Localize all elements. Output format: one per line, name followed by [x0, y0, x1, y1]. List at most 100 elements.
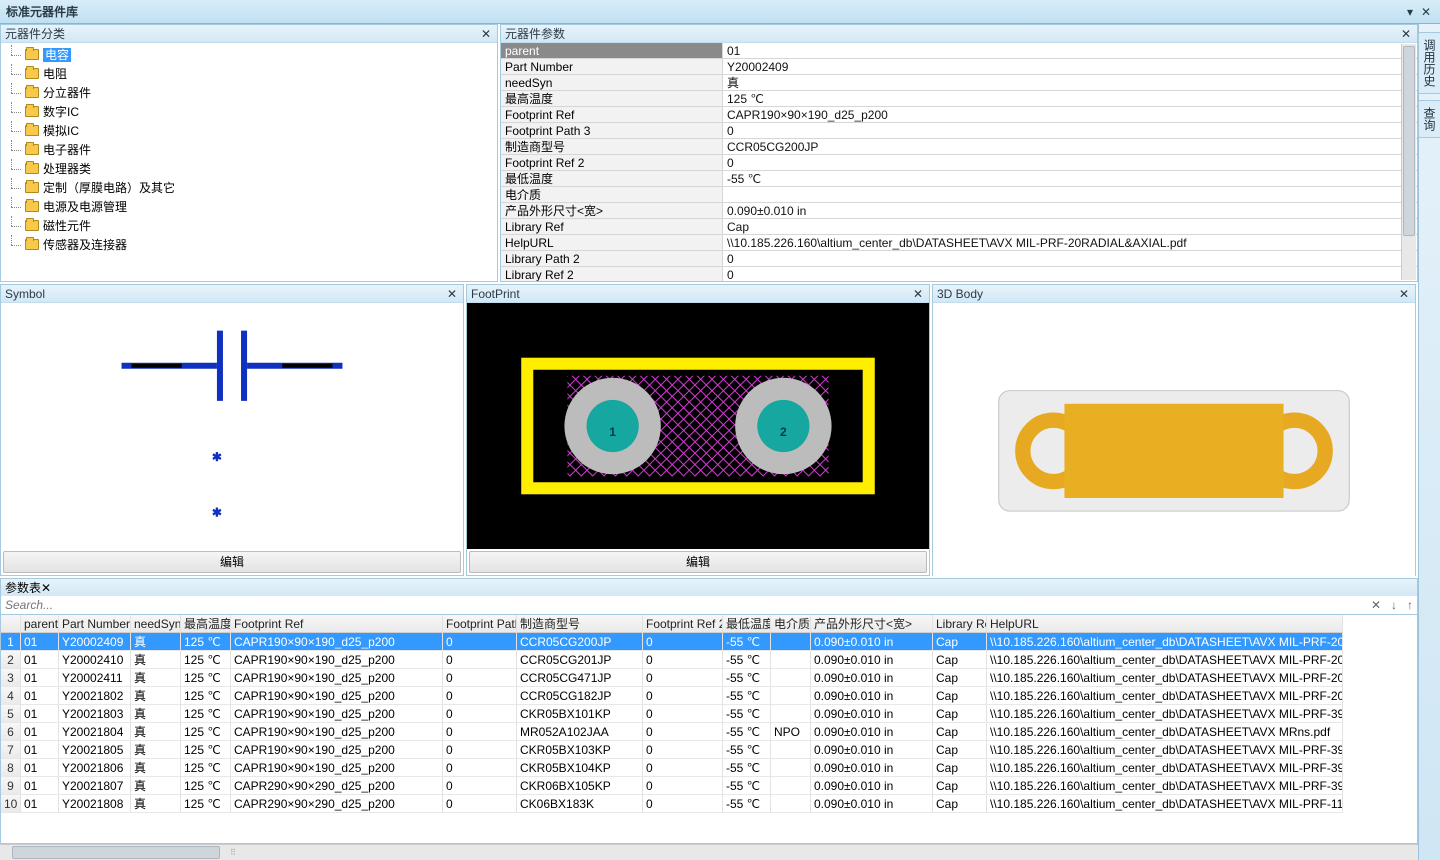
tab-history[interactable]: 调用历史 — [1418, 32, 1440, 94]
column-header[interactable]: needSyn — [131, 615, 181, 633]
tree-item[interactable]: 处理器类 — [11, 159, 495, 178]
table-cell[interactable]: 真 — [131, 705, 181, 723]
footprint-edit-button[interactable]: 编辑 — [469, 551, 927, 573]
table-cell[interactable]: \\10.185.226.160\altium_center_db\DATASH… — [987, 651, 1343, 669]
table-cell[interactable]: 0 — [643, 741, 723, 759]
table-cell[interactable]: 01 — [21, 723, 59, 741]
table-cell[interactable]: 0 — [443, 795, 517, 813]
table-cell[interactable]: 真 — [131, 741, 181, 759]
row-number[interactable]: 9 — [1, 777, 21, 795]
table-cell[interactable]: 125 ℃ — [181, 633, 231, 651]
table-cell[interactable]: 01 — [21, 687, 59, 705]
scrollbar-horizontal[interactable]: ⠿ — [0, 844, 1418, 860]
table-cell[interactable]: Y20021806 — [59, 759, 131, 777]
table-cell[interactable]: Cap — [933, 777, 987, 795]
table-cell[interactable]: 0.090±0.010 in — [811, 759, 933, 777]
row-number[interactable]: 6 — [1, 723, 21, 741]
tree-item[interactable]: 模拟IC — [11, 121, 495, 140]
column-header[interactable] — [1, 615, 21, 633]
table-cell[interactable]: 0 — [643, 705, 723, 723]
table-cell[interactable]: CAPR190×90×190_d25_p200 — [231, 669, 443, 687]
table-cell[interactable]: 0 — [643, 795, 723, 813]
row-number[interactable]: 7 — [1, 741, 21, 759]
table-cell[interactable]: 01 — [21, 669, 59, 687]
table-cell[interactable]: 0.090±0.010 in — [811, 687, 933, 705]
column-header[interactable]: Footprint Path 3 — [443, 615, 517, 633]
table-cell[interactable] — [771, 795, 811, 813]
table-cell[interactable]: CAPR290×90×290_d25_p200 — [231, 795, 443, 813]
table-cell[interactable]: -55 ℃ — [723, 759, 771, 777]
table-cell[interactable]: 0 — [443, 759, 517, 777]
table-cell[interactable]: 0 — [443, 651, 517, 669]
table-cell[interactable]: 01 — [21, 741, 59, 759]
property-row[interactable]: 电介质 — [501, 187, 1417, 203]
table-cell[interactable]: Cap — [933, 651, 987, 669]
table-cell[interactable]: CCR05CG182JP — [517, 687, 643, 705]
table-cell[interactable]: -55 ℃ — [723, 687, 771, 705]
table-cell[interactable]: Y20021804 — [59, 723, 131, 741]
table-cell[interactable]: 真 — [131, 651, 181, 669]
table-cell[interactable]: \\10.185.226.160\altium_center_db\DATASH… — [987, 795, 1343, 813]
table-cell[interactable]: -55 ℃ — [723, 777, 771, 795]
table-cell[interactable]: -55 ℃ — [723, 705, 771, 723]
table-cell[interactable] — [771, 741, 811, 759]
table-cell[interactable]: 真 — [131, 777, 181, 795]
table-cell[interactable]: 0.090±0.010 in — [811, 705, 933, 723]
table-cell[interactable]: CKR05BX104KP — [517, 759, 643, 777]
table-cell[interactable]: 0 — [643, 777, 723, 795]
table-cell[interactable]: 01 — [21, 651, 59, 669]
table-cell[interactable] — [771, 687, 811, 705]
table-cell[interactable]: CCR05CG201JP — [517, 651, 643, 669]
table-cell[interactable]: \\10.185.226.160\altium_center_db\DATASH… — [987, 777, 1343, 795]
property-row[interactable]: Part NumberY20002409 — [501, 59, 1417, 75]
column-header[interactable]: Part Number — [59, 615, 131, 633]
tree-item[interactable]: 分立器件 — [11, 83, 495, 102]
property-row[interactable]: parent01 — [501, 43, 1417, 59]
table-cell[interactable]: -55 ℃ — [723, 741, 771, 759]
table-cell[interactable]: 01 — [21, 705, 59, 723]
table-cell[interactable]: Y20002410 — [59, 651, 131, 669]
property-row[interactable]: Library RefCap — [501, 219, 1417, 235]
table-cell[interactable]: 125 ℃ — [181, 795, 231, 813]
table-cell[interactable]: \\10.185.226.160\altium_center_db\DATASH… — [987, 723, 1343, 741]
table-cell[interactable]: 125 ℃ — [181, 723, 231, 741]
tree-item[interactable]: 数字IC — [11, 102, 495, 121]
minimize-icon[interactable]: ▾ — [1402, 0, 1418, 24]
table-cell[interactable]: -55 ℃ — [723, 651, 771, 669]
property-row[interactable]: Footprint Ref 20 — [501, 155, 1417, 171]
table-cell[interactable]: 0 — [443, 741, 517, 759]
table-cell[interactable]: 125 ℃ — [181, 705, 231, 723]
table-cell[interactable]: 125 ℃ — [181, 777, 231, 795]
column-header[interactable]: 产品外形尺寸<宽> — [811, 615, 933, 633]
property-row[interactable]: needSyn真 — [501, 75, 1417, 91]
table-cell[interactable]: CAPR290×90×290_d25_p200 — [231, 777, 443, 795]
panel-close-icon[interactable]: ✕ — [1399, 25, 1413, 43]
tree-item[interactable]: 电容 — [11, 45, 495, 64]
panel-close-icon[interactable]: ✕ — [41, 579, 51, 597]
table-cell[interactable]: 125 ℃ — [181, 669, 231, 687]
table-cell[interactable]: 01 — [21, 795, 59, 813]
row-number[interactable]: 8 — [1, 759, 21, 777]
column-header[interactable]: 制造商型号 — [517, 615, 643, 633]
panel-close-icon[interactable]: ✕ — [911, 285, 925, 303]
table-cell[interactable]: Cap — [933, 633, 987, 651]
table-cell[interactable]: 真 — [131, 687, 181, 705]
table-cell[interactable]: 真 — [131, 633, 181, 651]
table-cell[interactable]: \\10.185.226.160\altium_center_db\DATASH… — [987, 633, 1343, 651]
column-header[interactable]: 最高温度 — [181, 615, 231, 633]
tree-item[interactable]: 传感器及连接器 — [11, 235, 495, 254]
column-header[interactable]: Footprint Ref 2 — [643, 615, 723, 633]
table-cell[interactable]: CK06BX183K — [517, 795, 643, 813]
symbol-viewer[interactable]: ✱ ✱ — [1, 303, 463, 549]
table-cell[interactable]: \\10.185.226.160\altium_center_db\DATASH… — [987, 759, 1343, 777]
table-cell[interactable]: 0.090±0.010 in — [811, 795, 933, 813]
table-cell[interactable]: \\10.185.226.160\altium_center_db\DATASH… — [987, 669, 1343, 687]
table-cell[interactable]: CCR05CG200JP — [517, 633, 643, 651]
table-cell[interactable]: 0 — [443, 705, 517, 723]
table-cell[interactable] — [771, 759, 811, 777]
column-header[interactable]: 最低温度 — [723, 615, 771, 633]
search-input[interactable] — [5, 598, 1371, 612]
table-cell[interactable]: Cap — [933, 687, 987, 705]
table-cell[interactable]: MR052A102JAA — [517, 723, 643, 741]
arrow-down-icon[interactable]: ↓ — [1391, 598, 1397, 612]
